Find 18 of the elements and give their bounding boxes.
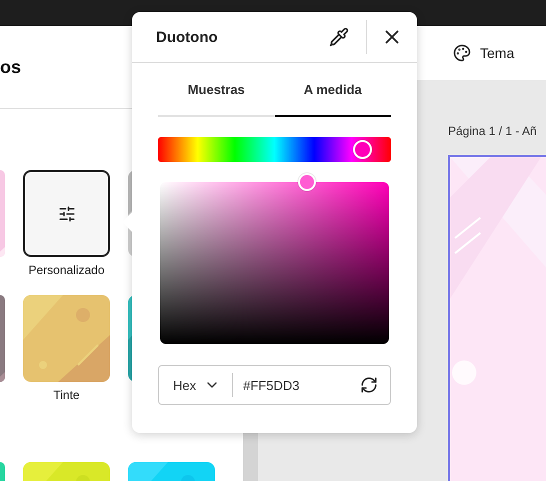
color-field[interactable] [160,182,389,344]
tab[interactable]: Muestras [158,63,274,117]
color-thumb[interactable] [298,173,316,191]
theme-button[interactable]: Tema [453,44,514,62]
slider-thumb[interactable] [353,140,372,159]
color-input[interactable]: Hex #FF5DD3 [158,365,391,405]
preset-label: Personalizado [28,263,105,277]
custom-preset[interactable] [23,170,110,257]
palette-icon [453,44,471,62]
tab[interactable]: A medida [274,63,391,117]
preset-label: Tinte [53,388,80,402]
sliders-icon [58,204,76,222]
page-label: Página 1 / 1 - Añ [448,124,538,138]
eyedropper-icon[interactable] [328,26,350,48]
popover-title: Duotono [156,28,219,46]
hue-slider[interactable] [158,137,391,162]
format-dropdown[interactable]: Hex [159,366,232,404]
panel-title: os [0,56,22,78]
